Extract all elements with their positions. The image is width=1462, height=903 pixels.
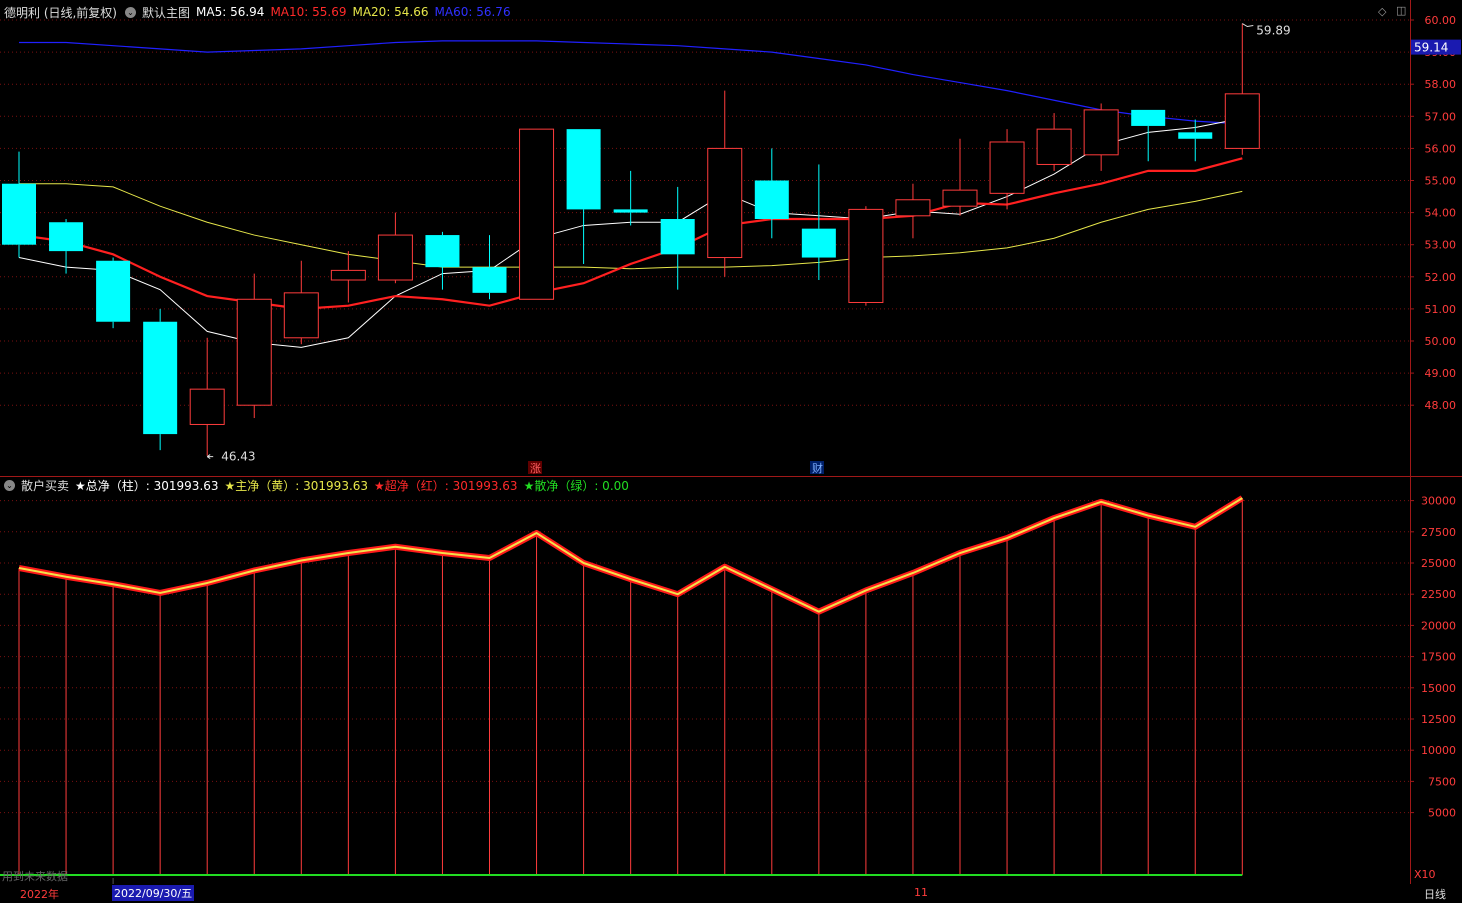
chevron-down-icon[interactable]: ⌄	[125, 6, 136, 18]
candle-body-down	[143, 321, 178, 435]
price-tick-label: 48.00	[1425, 399, 1457, 412]
candle-body-up	[942, 189, 978, 207]
stock-chart[interactable]: 60.0059.0058.0057.0056.0055.0054.0053.00…	[0, 0, 1462, 903]
chevron-down-icon[interactable]: ⌄	[4, 479, 15, 491]
indicator-tick-label: 25000	[1421, 557, 1456, 570]
candle-body-up	[1083, 109, 1119, 156]
stock-title: 德明利 (日线,前复权)	[4, 5, 117, 20]
candle-body-down	[96, 260, 131, 322]
candle-body-down	[754, 180, 789, 220]
price-tick-label: 49.00	[1425, 367, 1457, 380]
price-tick-label: 52.00	[1425, 271, 1457, 284]
candle-body-up	[848, 208, 884, 303]
candle-body-up	[330, 269, 366, 281]
period-label[interactable]: 日线	[1424, 886, 1446, 902]
indicator-tick-label: 12500	[1421, 713, 1456, 726]
indicator-tick-label: 10000	[1421, 744, 1456, 757]
candle-body-up	[1036, 128, 1072, 165]
ma60-label: MA60: 56.76	[434, 5, 511, 19]
indicator-tick-label: 27500	[1421, 526, 1456, 539]
indicator-retail: ★散净（绿）: 0.00	[523, 478, 629, 493]
price-tick-label: 58.00	[1425, 78, 1457, 91]
main-chart-name[interactable]: 默认主图	[142, 4, 190, 21]
candle-body-down	[1131, 109, 1166, 126]
price-tick-label: 51.00	[1425, 303, 1457, 316]
price-tick-label: 56.00	[1425, 142, 1457, 155]
fin-event-marker: 财	[812, 461, 823, 475]
ma5-label: MA5: 56.94	[196, 5, 265, 19]
indicator-tick-label: 30000	[1421, 495, 1456, 508]
candle-body-up	[989, 141, 1025, 194]
candle-body-up	[377, 234, 413, 281]
last-price-tag-label: 59.14	[1414, 41, 1448, 55]
candle-body-up	[189, 388, 225, 425]
candle-body-down	[613, 209, 648, 213]
candle-body-down	[2, 183, 36, 245]
candle-body-down	[425, 235, 460, 268]
price-tick-label: 60.00	[1425, 14, 1457, 27]
candle-body-up	[707, 147, 743, 259]
cursor-date-label: 2022/09/30/五	[112, 885, 195, 901]
window-toggle-icon[interactable]: ◫	[1396, 4, 1406, 17]
indicator-tick-label: 17500	[1421, 651, 1456, 664]
indicator-tick-label: 5000	[1428, 807, 1456, 820]
time-axis-bar	[0, 884, 1462, 903]
candle-body-down	[1178, 132, 1213, 139]
candle-body-up	[236, 298, 272, 406]
ma60-line	[19, 40, 1243, 125]
indicator-super: ★超净（红）: 301993.63	[374, 478, 518, 493]
price-tick-label: 57.00	[1425, 110, 1457, 123]
price-tick-label: 55.00	[1425, 175, 1457, 188]
candle-body-down	[801, 228, 836, 258]
indicator-main: ★主净（黄）: 301993.63	[224, 478, 369, 493]
indicator-total: ★总净（柱）: 301993.63	[75, 478, 219, 493]
candle-body-down	[660, 219, 695, 255]
price-tick-label: 50.00	[1425, 335, 1457, 348]
candle-body-down	[566, 129, 601, 210]
indicator-tick-label: 7500	[1428, 775, 1456, 788]
candle-body-down	[472, 267, 507, 293]
future-data-notice: 用到未来数据	[2, 870, 68, 883]
candle-body-up	[895, 199, 931, 217]
ma20-label: MA20: 54.66	[352, 5, 429, 19]
high-marker-arrow	[1242, 23, 1254, 28]
candle-body-up	[283, 292, 319, 339]
indicator-tick-label: 15000	[1421, 682, 1456, 695]
candle-body-up	[1224, 93, 1260, 149]
low-marker-label: 46.43	[221, 450, 255, 464]
low-marker-arrow	[206, 454, 214, 460]
indicator-tick-label: 20000	[1421, 619, 1456, 632]
indicator-name[interactable]: 散户买卖	[21, 477, 69, 494]
price-tick-label: 54.00	[1425, 207, 1457, 220]
month-label: 11	[914, 886, 928, 899]
diamond-icon[interactable]: ◇	[1378, 5, 1386, 18]
price-tick-label: 53.00	[1425, 239, 1457, 252]
year-label: 2022年	[20, 888, 59, 901]
multiplier-label: X10	[1414, 868, 1436, 881]
high-marker-label: 59.89	[1256, 24, 1290, 38]
ma10-label: MA10: 55.69	[270, 5, 347, 19]
candle-body-up	[519, 128, 555, 300]
up-event-marker: 涨	[530, 462, 541, 475]
indicator-tick-label: 22500	[1421, 588, 1456, 601]
candle-body-down	[49, 222, 84, 252]
main-chart-header: 德明利 (日线,前复权) ⌄ 默认主图 MA5: 56.94 MA10: 55.…	[0, 3, 517, 21]
indicator-header: ⌄ 散户买卖 ★总净（柱）: 301993.63 ★主净（黄）: 301993.…	[0, 476, 635, 494]
